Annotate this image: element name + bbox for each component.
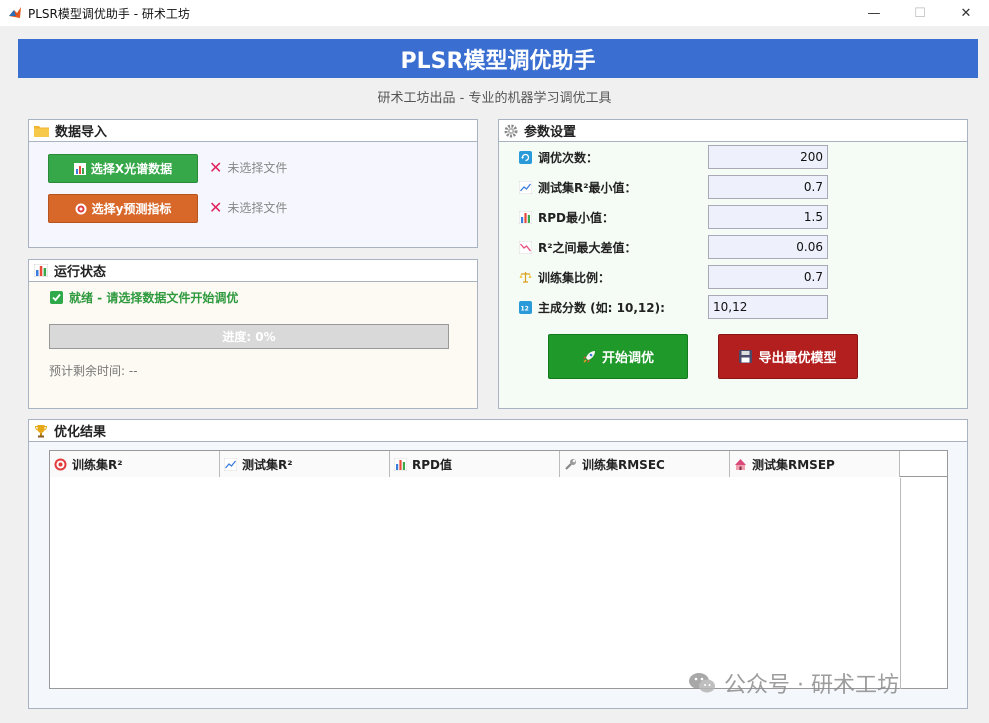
column-header-train-rmsec[interactable]: 训练集RMSEC	[560, 451, 730, 477]
param-row-iterations: 调优次数：	[519, 145, 598, 169]
param-row-components: 12 主成分数 (如: 10,12):	[519, 295, 665, 319]
x-file-status: ✕ 未选择文件	[209, 158, 287, 177]
close-button[interactable]: ✕	[943, 0, 989, 26]
column-header-rpd[interactable]: RPD值	[390, 451, 560, 477]
app-subtitle: 研术工坊出品 - 专业的机器学习调优工具	[377, 91, 612, 106]
rocket-icon	[582, 350, 596, 364]
export-model-button[interactable]: 导出最优模型	[718, 334, 858, 379]
bar-chart-icon	[394, 457, 407, 471]
y-file-status-text: 未选择文件	[227, 201, 288, 215]
column-header-test-r2[interactable]: 测试集R²	[220, 451, 390, 477]
chart-down-icon	[519, 240, 532, 254]
refresh-icon	[519, 150, 532, 164]
column-label-rpd: RPD值	[412, 457, 452, 472]
column-header-train-r2[interactable]: 训练集R²	[50, 451, 220, 477]
ready-status: 就绪 - 请选择数据文件开始调优	[50, 289, 238, 306]
bar-chart-icon	[34, 264, 48, 277]
window-titlebar: PLSR模型调优助手 - 研术工坊 — ☐ ✕	[0, 0, 989, 26]
param-row-r2-max-diff: R²之间最大差值：	[519, 235, 637, 259]
progress-text: 进度: 0%	[222, 330, 276, 344]
numbers-icon: 12	[519, 300, 532, 314]
param-label-train-ratio: 训练集比例：	[538, 270, 611, 285]
results-table-header: 训练集R² 测试集R² RPD值 训练集RMSEC 测试集RMSEP	[50, 451, 947, 477]
data-import-header: 数据导入	[29, 120, 477, 142]
cross-icon: ✕	[209, 198, 223, 217]
select-x-spectrum-label: 选择X光谱数据	[90, 162, 173, 176]
select-y-target-label: 选择y预测指标	[91, 202, 172, 216]
bar-chart-icon	[73, 162, 86, 175]
start-tuning-label: 开始调优	[601, 351, 654, 366]
data-import-title: 数据导入	[55, 125, 108, 140]
column-label-train-r2: 训练集R²	[72, 457, 123, 472]
cross-icon: ✕	[209, 158, 223, 177]
trophy-icon	[34, 424, 48, 438]
column-label-test-rmsep: 测试集RMSEP	[752, 457, 835, 472]
chart-up-icon	[519, 180, 532, 194]
watermark-text: 公众号 · 研术工坊	[724, 673, 899, 698]
param-row-rpd-min: RPD最小值：	[519, 205, 614, 229]
floppy-disk-icon	[739, 350, 753, 363]
param-label-test-r2-min: 测试集R²最小值：	[538, 180, 637, 195]
param-label-r2-max-diff: R²之间最大差值：	[538, 240, 637, 255]
window-title: PLSR模型调优助手 - 研术工坊	[28, 6, 190, 21]
wechat-watermark: 公众号 · 研术工坊	[688, 667, 899, 699]
param-label-iterations: 调优次数：	[538, 150, 599, 165]
param-label-rpd-min: RPD最小值：	[538, 210, 614, 225]
circus-tent-icon	[734, 458, 747, 471]
scale-icon	[519, 271, 532, 284]
eta-text: 预计剩余时间: --	[49, 364, 138, 378]
svg-text:12: 12	[521, 305, 529, 312]
matlab-app-icon	[8, 6, 22, 20]
maximize-button[interactable]: ☐	[897, 0, 943, 26]
param-row-train-ratio: 训练集比例：	[519, 265, 610, 289]
target-icon	[54, 458, 67, 471]
params-title: 参数设置	[524, 125, 577, 140]
progress-bar: 进度: 0%	[49, 324, 449, 349]
chart-up-icon	[224, 457, 237, 471]
components-input[interactable]: 10,12	[708, 295, 828, 319]
select-y-target-button[interactable]: 选择y预测指标	[48, 194, 198, 223]
minimize-button[interactable]: —	[851, 0, 897, 26]
bar-chart-icon	[519, 210, 532, 224]
param-row-test-r2-min: 测试集R²最小值：	[519, 175, 637, 199]
params-panel: 参数设置 调优次数： 200 测试集R²最小值： 0.7 RPD最小值： 1.5…	[498, 119, 968, 409]
results-header: 优化结果	[29, 420, 967, 442]
r2-max-diff-input[interactable]: 0.06	[708, 235, 828, 259]
run-status-panel: 运行状态 就绪 - 请选择数据文件开始调优 进度: 0% 预计剩余时间: --	[28, 259, 478, 409]
column-header-test-rmsep[interactable]: 测试集RMSEP	[730, 451, 900, 477]
param-label-components: 主成分数 (如: 10,12):	[538, 300, 665, 315]
results-title: 优化结果	[54, 425, 107, 440]
test-r2-min-input[interactable]: 0.7	[708, 175, 828, 199]
app-banner: PLSR模型调优助手	[18, 39, 978, 78]
data-import-panel: 数据导入 选择X光谱数据 ✕ 未选择文件 选择y预测指标 ✕ 未选择文件	[28, 119, 478, 248]
run-status-header: 运行状态	[29, 260, 477, 282]
results-table-body[interactable]	[50, 478, 901, 689]
train-ratio-input[interactable]: 0.7	[708, 265, 828, 289]
params-header: 参数设置	[499, 120, 967, 142]
ready-status-text: 就绪 - 请选择数据文件开始调优	[69, 291, 239, 305]
check-icon	[50, 291, 63, 304]
rpd-min-input[interactable]: 1.5	[708, 205, 828, 229]
run-status-title: 运行状态	[54, 265, 107, 280]
wechat-icon	[688, 671, 716, 695]
x-file-status-text: 未选择文件	[227, 161, 288, 175]
select-x-spectrum-button[interactable]: 选择X光谱数据	[48, 154, 198, 183]
results-panel: 优化结果 训练集R² 测试集R² RPD值 训练集RMSEC 测试集RMSEP	[28, 419, 968, 709]
folder-icon	[34, 124, 49, 137]
start-tuning-button[interactable]: 开始调优	[548, 334, 688, 379]
target-icon	[75, 203, 87, 215]
export-model-label: 导出最优模型	[758, 351, 837, 366]
column-label-train-rmsec: 训练集RMSEC	[582, 457, 665, 472]
column-label-test-r2: 测试集R²	[242, 457, 293, 472]
y-file-status: ✕ 未选择文件	[209, 198, 287, 217]
iterations-input[interactable]: 200	[708, 145, 828, 169]
wrench-icon	[564, 458, 577, 471]
gear-icon	[504, 124, 518, 138]
results-table[interactable]: 训练集R² 测试集R² RPD值 训练集RMSEC 测试集RMSEP	[49, 450, 948, 689]
